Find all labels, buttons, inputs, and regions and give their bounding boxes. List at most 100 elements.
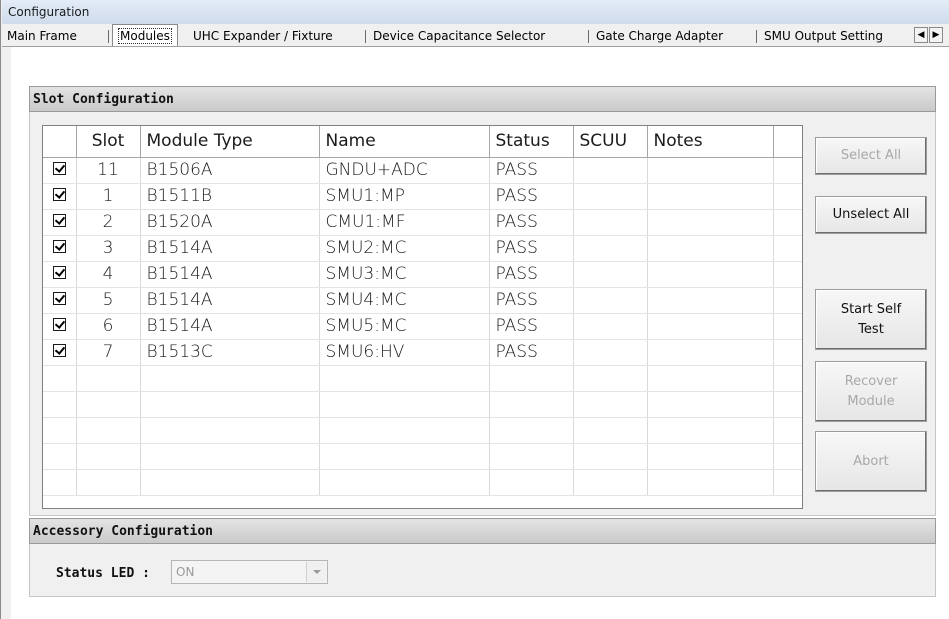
row-checkbox[interactable] [52,344,66,357]
status-led-value: ON [176,565,195,579]
cell-module-type: B1514A [140,287,320,314]
abort-button[interactable]: Abort [815,431,927,492]
cell-name [319,391,490,418]
unselect-all-button[interactable]: Unselect All [815,196,927,234]
row-checkbox[interactable] [52,318,66,331]
row-checkbox[interactable] [52,214,66,227]
col-header-notes[interactable]: Notes [647,126,774,158]
cell-name: SMU3:MC [319,261,490,288]
cell-module-type [140,417,320,444]
cell-module-type [140,469,320,496]
cell-status: PASS [489,209,574,236]
cell-status: PASS [489,287,574,314]
row-checkbox[interactable] [52,188,66,201]
col-header-filler [773,126,802,158]
tab-strip: Main Frame Modules UHC Expander / Fixtur… [2,24,949,47]
row-checkbox-cell [43,157,77,184]
cell-module-type: B1511B [140,183,320,210]
cell-filler [773,209,802,236]
cell-filler [773,235,802,262]
cell-filler [773,417,802,444]
empty-table-row [43,469,802,496]
row-checkbox[interactable] [52,162,66,175]
cell-module-type: B1514A [140,261,320,288]
cell-notes [647,391,774,418]
cell-slot: 6 [76,313,141,340]
cell-module-type: B1514A [140,313,320,340]
tab-device-capacitance[interactable]: Device Capacitance Selector [368,26,550,46]
tab-smu-output-setting[interactable]: SMU Output Setting [759,26,888,46]
row-checkbox[interactable] [52,240,66,253]
cell-status [489,391,574,418]
cell-filler [773,443,802,470]
row-checkbox[interactable] [52,292,66,305]
cell-status: PASS [489,313,574,340]
tab-modules[interactable]: Modules [112,24,178,46]
empty-table-row [43,417,802,444]
cell-scuu [573,183,648,210]
tab-gate-charge-adapter[interactable]: Gate Charge Adapter [591,26,728,46]
cell-slot: 4 [76,261,141,288]
start-self-test-button[interactable]: Start Self Test [815,289,927,350]
cell-name [319,417,490,444]
table-row[interactable]: 6 B1514A SMU5:MC PASS [43,313,802,340]
tab-scroll-left-icon[interactable]: ◀ [914,27,928,43]
table-row[interactable]: 3 B1514A SMU2:MC PASS [43,235,802,262]
module-table: Slot Module Type Name Status SCUU Notes … [43,126,802,496]
cell-filler [773,391,802,418]
row-checkbox[interactable] [52,266,66,279]
row-checkbox-cell [43,313,77,340]
tab-separator [108,30,109,43]
cell-slot [76,443,141,470]
row-checkbox-cell [43,391,77,418]
cell-notes [647,183,774,210]
row-checkbox-cell [43,209,77,236]
cell-notes [647,365,774,392]
cell-module-type [140,443,320,470]
row-checkbox-cell [43,339,77,366]
cell-filler [773,365,802,392]
tab-scroll-right-icon[interactable]: ▶ [929,27,943,43]
col-header-name[interactable]: Name [319,126,490,158]
cell-slot: 11 [76,157,141,184]
cell-status: PASS [489,183,574,210]
table-row[interactable]: 1 B1511B SMU1:MP PASS [43,183,802,210]
slot-configuration-header: Slot Configuration [29,86,936,112]
cell-scuu [573,209,648,236]
cell-module-type [140,365,320,392]
select-all-button[interactable]: Select All [815,137,927,175]
col-header-status[interactable]: Status [489,126,574,158]
cell-status: PASS [489,235,574,262]
tab-uhc-expander[interactable]: UHC Expander / Fixture [188,26,338,46]
cell-filler [773,157,802,184]
tab-separator [588,30,589,43]
recover-module-button[interactable]: Recover Module [815,361,927,422]
cell-status [489,469,574,496]
chevron-down-icon[interactable] [306,562,326,582]
row-checkbox-cell [43,235,77,262]
module-grid[interactable]: Slot Module Type Name Status SCUU Notes … [42,125,803,509]
cell-slot: 3 [76,235,141,262]
cell-name: SMU1:MP [319,183,490,210]
cell-scuu [573,443,648,470]
col-header-module-type[interactable]: Module Type [140,126,320,158]
table-row[interactable]: 7 B1513C SMU6:HV PASS [43,339,802,366]
cell-notes [647,313,774,340]
cell-name: SMU4:MC [319,287,490,314]
cell-status: PASS [489,339,574,366]
table-header-row: Slot Module Type Name Status SCUU Notes [43,126,802,158]
table-row[interactable]: 5 B1514A SMU4:MC PASS [43,287,802,314]
cell-slot [76,417,141,444]
col-header-slot[interactable]: Slot [76,126,141,158]
table-row[interactable]: 2 B1520A CMU1:MF PASS [43,209,802,236]
cell-status [489,443,574,470]
cell-name: SMU5:MC [319,313,490,340]
tab-main-frame[interactable]: Main Frame [2,26,82,46]
table-row[interactable]: 11 B1506A GNDU+ADC PASS [43,157,802,184]
table-row[interactable]: 4 B1514A SMU3:MC PASS [43,261,802,288]
status-led-select[interactable]: ON [171,560,328,584]
col-header-scuu[interactable]: SCUU [573,126,648,158]
cell-name [319,365,490,392]
cell-filler [773,469,802,496]
cell-slot [76,391,141,418]
